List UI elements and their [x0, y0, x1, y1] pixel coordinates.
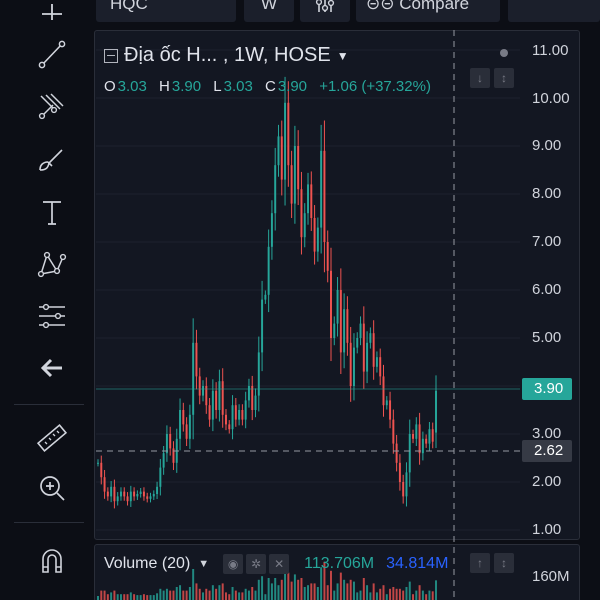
ruler-tool[interactable]	[30, 416, 74, 460]
toolbar-divider	[14, 522, 84, 523]
price-tick: 5.00	[532, 329, 562, 346]
volume-value: 113.706M	[304, 555, 375, 572]
compare-label: Compare	[399, 0, 470, 13]
symbol-description: Địa ốc H... , 1W, HOSE	[124, 44, 331, 66]
back-arrow-icon	[40, 358, 62, 378]
chart-legend-title[interactable]: Địa ốc H... , 1W, HOSE ▼	[104, 44, 349, 67]
open-label: O	[104, 78, 116, 95]
open-value: 3.03	[117, 78, 147, 95]
magnet-tool[interactable]	[30, 538, 74, 582]
change-value: +1.06 (+37.32%)	[319, 78, 431, 95]
interval-label: W	[260, 0, 278, 13]
volume-label[interactable]: Volume (20)	[104, 555, 190, 573]
volume-axis-tick: 160M	[532, 568, 570, 585]
hide-toolbar-button[interactable]	[30, 346, 74, 390]
trend-line-tool[interactable]	[30, 32, 74, 76]
crosshair-icon	[42, 4, 62, 20]
symbol-search-button[interactable]: HQC	[96, 0, 236, 22]
chevron-down-icon[interactable]: ▼	[337, 49, 349, 63]
volume-legend: Volume (20) ▼ ◉ ✲ ✕ 113.706M 34.814M	[104, 554, 448, 574]
high-value: 3.90	[171, 78, 202, 95]
low-value: 3.03	[223, 78, 253, 95]
arrows-vertical-icon: ↕	[501, 71, 507, 85]
projection-tool[interactable]	[30, 294, 74, 338]
compare-button[interactable]: ⊝⊝ Compare	[356, 0, 500, 22]
chevron-down-icon[interactable]: ▼	[198, 558, 209, 570]
price-tick: 8.00	[532, 185, 562, 202]
zoom-in-tool[interactable]	[30, 466, 74, 510]
volume-ma-value: 34.814M	[386, 555, 449, 572]
symbol-label: HQC	[110, 0, 148, 13]
price-tick: 10.00	[532, 90, 570, 107]
toolbar-divider	[14, 404, 84, 405]
visibility-icon[interactable]: ◉	[223, 554, 244, 574]
pattern-tool[interactable]	[30, 242, 74, 286]
arrow-down-icon: ↓	[477, 71, 483, 85]
drawing-toolbar	[0, 0, 90, 600]
fib-tool[interactable]	[30, 84, 74, 128]
indicators-icon	[315, 0, 335, 12]
price-chart-pane[interactable]	[94, 30, 580, 540]
ruler-icon	[36, 424, 68, 452]
price-tick: 1.00	[532, 521, 562, 538]
brush-tool[interactable]	[30, 138, 74, 182]
price-tick: 7.00	[532, 233, 562, 250]
magnet-icon	[42, 549, 62, 573]
text-icon	[43, 201, 61, 225]
arrow-up-icon: ↑	[477, 556, 483, 570]
crosshair-price-tag: 2.62	[522, 440, 572, 462]
trend-line-icon	[38, 40, 66, 69]
scale-button[interactable]: ↕	[494, 68, 514, 88]
text-tool[interactable]	[30, 190, 74, 234]
price-tick: 9.00	[532, 137, 562, 154]
pattern-icon	[37, 251, 67, 278]
price-tick: 11.00	[532, 42, 569, 59]
close-value: 3.90	[277, 78, 308, 95]
gear-icon[interactable]: ✲	[246, 554, 267, 574]
scroll-down-button[interactable]: ↓	[470, 68, 490, 88]
collapse-legend-icon[interactable]	[104, 48, 118, 63]
fib-icon	[38, 93, 64, 120]
high-label: H	[159, 78, 170, 95]
close-icon[interactable]: ✕	[269, 554, 290, 574]
price-tick: 6.00	[532, 281, 562, 298]
maximize-pane-button[interactable]: ↕	[494, 553, 514, 573]
compare-icon: ⊝⊝	[366, 0, 400, 13]
close-label: C	[264, 78, 276, 95]
zoom-in-icon	[40, 476, 65, 501]
ohlc-legend: O 3.03 H 3.90 L 3.03 C 3.90 +1.06 (+37.32%)	[104, 78, 439, 95]
price-tick: 2.00	[532, 473, 562, 490]
move-up-button[interactable]: ↑	[470, 553, 490, 573]
top-toolbar: HQC W ⊝⊝ Compare	[0, 0, 600, 24]
interval-button[interactable]: W	[244, 0, 294, 22]
indicators-button[interactable]	[300, 0, 350, 22]
projection-icon	[39, 303, 65, 329]
arrows-vertical-icon: ↕	[501, 556, 507, 570]
more-toolbar-button[interactable]	[508, 0, 600, 22]
brush-icon	[39, 149, 63, 171]
last-price-tag: 3.90	[522, 378, 572, 400]
crosshair-tool[interactable]	[30, 0, 74, 26]
low-label: L	[213, 78, 222, 95]
status-dot	[500, 49, 508, 57]
